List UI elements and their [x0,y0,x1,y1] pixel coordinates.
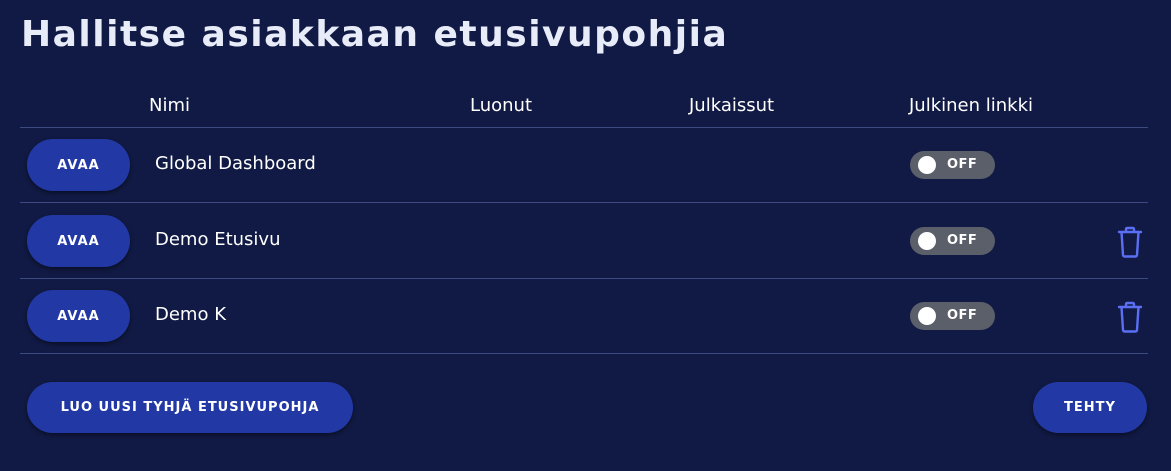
toggle-knob [918,307,936,325]
template-name: Demo Etusivu [155,229,281,250]
delete-button[interactable] [1114,300,1146,334]
done-button[interactable]: TEHTY [1033,382,1147,433]
toggle-state-label: OFF [947,157,978,172]
table-row: AVAA Demo K OFF [20,278,1148,353]
trash-icon [1117,301,1143,333]
template-name: Demo K [155,304,227,325]
trash-icon [1117,226,1143,258]
template-manager-page: Hallitse asiakkaan etusivupohjia Nimi Lu… [0,0,1171,471]
open-button[interactable]: AVAA [27,215,130,267]
open-button[interactable]: AVAA [27,290,130,342]
public-link-toggle[interactable]: OFF [910,151,995,179]
toggle-knob [918,232,936,250]
table-row: AVAA Demo Etusivu OFF [20,203,1148,278]
public-link-toggle[interactable]: OFF [910,302,995,330]
column-header-created: Luonut [470,95,533,116]
public-link-toggle[interactable]: OFF [910,227,995,255]
toggle-knob [918,156,936,174]
template-name: Global Dashboard [155,153,316,174]
open-button[interactable]: AVAA [27,139,130,191]
toggle-state-label: OFF [947,308,978,323]
column-header-published: Julkaissut [689,95,775,116]
table-row: AVAA Global Dashboard OFF [20,127,1148,202]
toggle-state-label: OFF [947,233,978,248]
column-header-public-link: Julkinen linkki [909,95,1034,116]
page-title: Hallitse asiakkaan etusivupohjia [21,14,729,55]
table-divider [20,353,1148,354]
column-header-name: Nimi [149,95,191,116]
create-empty-template-button[interactable]: LUO UUSI TYHJÄ ETUSIVUPOHJA [27,382,353,433]
delete-button[interactable] [1114,225,1146,259]
